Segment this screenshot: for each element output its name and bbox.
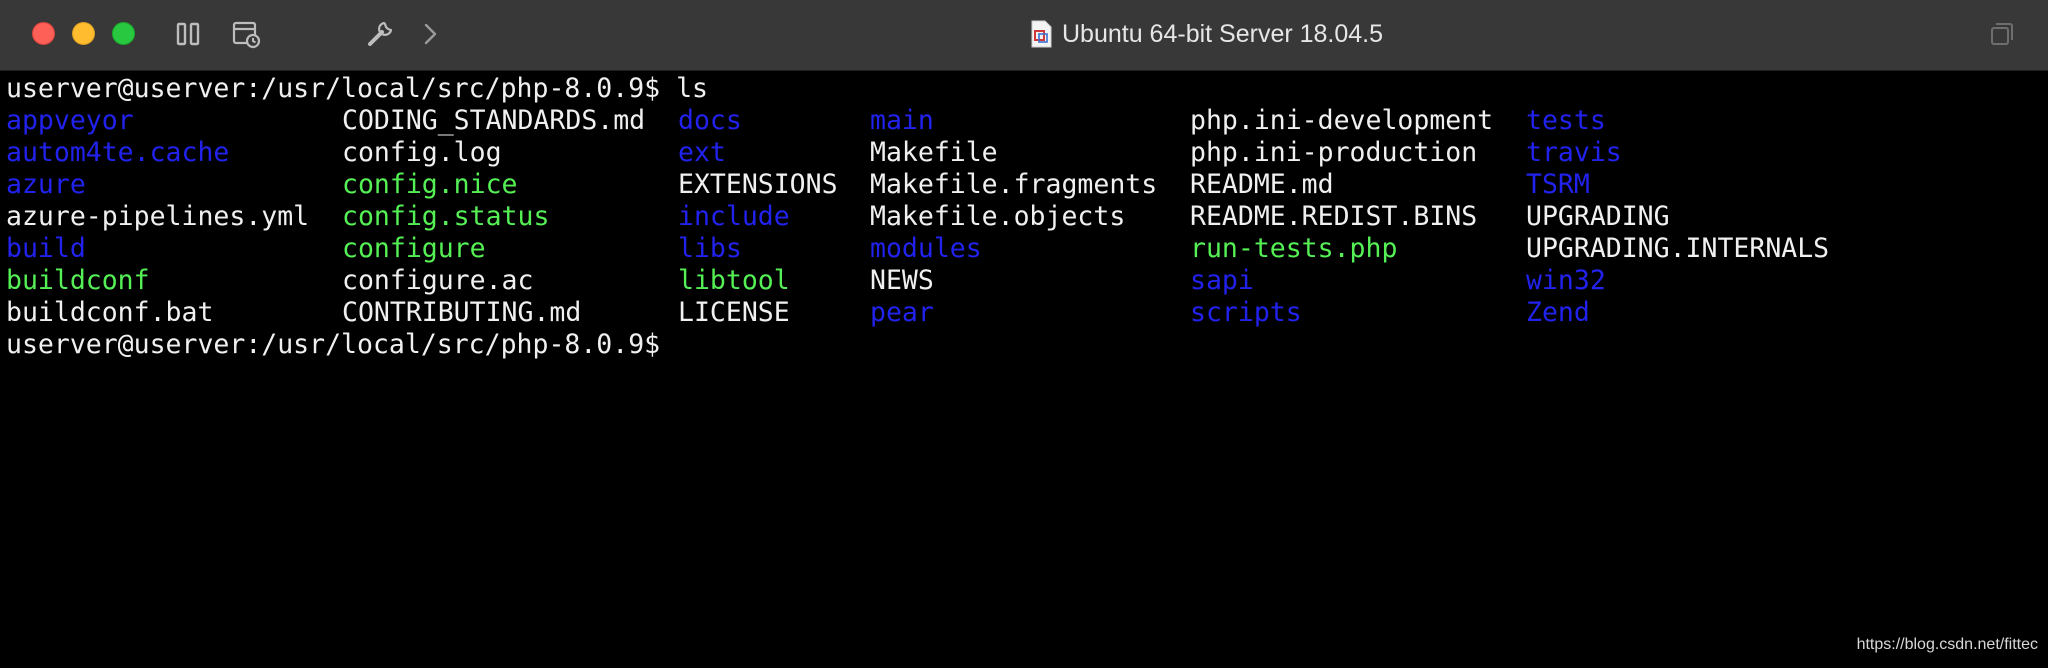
final-prompt: userver@userver:/usr/local/src/php-8.0.9… [6, 329, 661, 360]
ls-row: appveyor CODING_STANDARDS.md docs main php.i… [6, 105, 2036, 137]
prompt-line: userver@userver:/usr/local/src/php-8.0.9… [6, 73, 708, 104]
settings-wrench-icon[interactable] [364, 18, 396, 50]
ls-entry: docs [678, 105, 742, 136]
window-title-text: Ubuntu 64-bit Server 18.04.5 [1062, 19, 1384, 48]
terminal-output[interactable]: userver@userver:/usr/local/src/php-8.0.9… [6, 73, 2042, 661]
ls-entry: build [6, 233, 86, 264]
ls-entry: win32 [1526, 265, 1606, 296]
window-titlebar: Ubuntu 64-bit Server 18.04.5 [0, 0, 2048, 71]
ls-entry: main [870, 105, 934, 136]
ls-entry: TSRM [1526, 169, 1590, 200]
ls-entry: php.ini-production [1190, 137, 1478, 168]
ls-entry: Makefile [870, 137, 998, 168]
ls-row: buildconf.bat CONTRIBUTING.md LICENSE pear s… [6, 297, 2036, 329]
ls-entry: php.ini-development [1190, 105, 1494, 136]
ls-entry: libtool [678, 265, 790, 296]
ls-entry: travis [1526, 137, 1622, 168]
ls-entry: tests [1526, 105, 1606, 136]
ls-entry: README.md [1190, 169, 1334, 200]
ls-entry: scripts [1190, 297, 1302, 328]
ls-row: build configure libs modules run-tests.php UP… [6, 233, 2036, 265]
ls-entry: UPGRADING [1526, 201, 1670, 232]
document-icon [1031, 20, 1052, 48]
watermark: https://blog.csdn.net/fittec [1856, 636, 2038, 653]
ls-entry: configure.ac [342, 265, 534, 296]
ls-entry: sapi [1190, 265, 1254, 296]
ls-entry: appveyor [6, 105, 134, 136]
ls-entry: buildconf.bat [6, 297, 214, 328]
pause-icon[interactable] [172, 18, 204, 50]
ls-entry: config.nice [342, 169, 518, 200]
ls-row: azure-pipelines.yml config.status include M… [6, 201, 2036, 233]
ls-entry: config.status [342, 201, 550, 232]
ls-entry: CODING_STANDARDS.md [342, 105, 646, 136]
ls-entry: pear [870, 297, 934, 328]
ls-entry: ext [678, 137, 726, 168]
window-copy-icon[interactable] [1986, 18, 2018, 50]
ls-entry: UPGRADING.INTERNALS [1526, 233, 1830, 264]
snapshot-icon[interactable] [230, 18, 262, 50]
ls-row: autom4te.cache config.log ext Makefile php.i… [6, 137, 2036, 169]
ls-entry: configure [342, 233, 486, 264]
ls-entry: NEWS [870, 265, 934, 296]
ls-row: buildconf configure.ac libtool NEWS sapi win3… [6, 265, 2036, 297]
ls-row: azure config.nice EXTENSIONS Makefile.fragm… [6, 169, 2036, 201]
ls-entry: modules [870, 233, 982, 264]
ls-entry: libs [678, 233, 742, 264]
ls-entry: buildconf [6, 265, 150, 296]
ls-entry: include [678, 201, 790, 232]
ls-entry: Zend [1526, 297, 1590, 328]
ls-entry: run-tests.php [1190, 233, 1398, 264]
ls-entry: autom4te.cache [6, 137, 230, 168]
ls-entry: LICENSE [678, 297, 790, 328]
window-title: Ubuntu 64-bit Server 18.04.5 [1030, 16, 1383, 52]
ls-entry: azure [6, 169, 86, 200]
minimize-button[interactable] [72, 22, 95, 45]
ls-entry: Makefile.fragments [870, 169, 1158, 200]
ls-entry: azure-pipelines.yml [6, 201, 310, 232]
ls-entry: CONTRIBUTING.md [342, 297, 582, 328]
ls-entry: README.REDIST.BINS [1190, 201, 1478, 232]
maximize-button[interactable] [112, 22, 135, 45]
chevron-right-icon[interactable] [414, 18, 446, 50]
close-button[interactable] [32, 22, 55, 45]
ls-entry: config.log [342, 137, 502, 168]
ls-entry: EXTENSIONS [678, 169, 838, 200]
ls-entry: Makefile.objects [870, 201, 1126, 232]
